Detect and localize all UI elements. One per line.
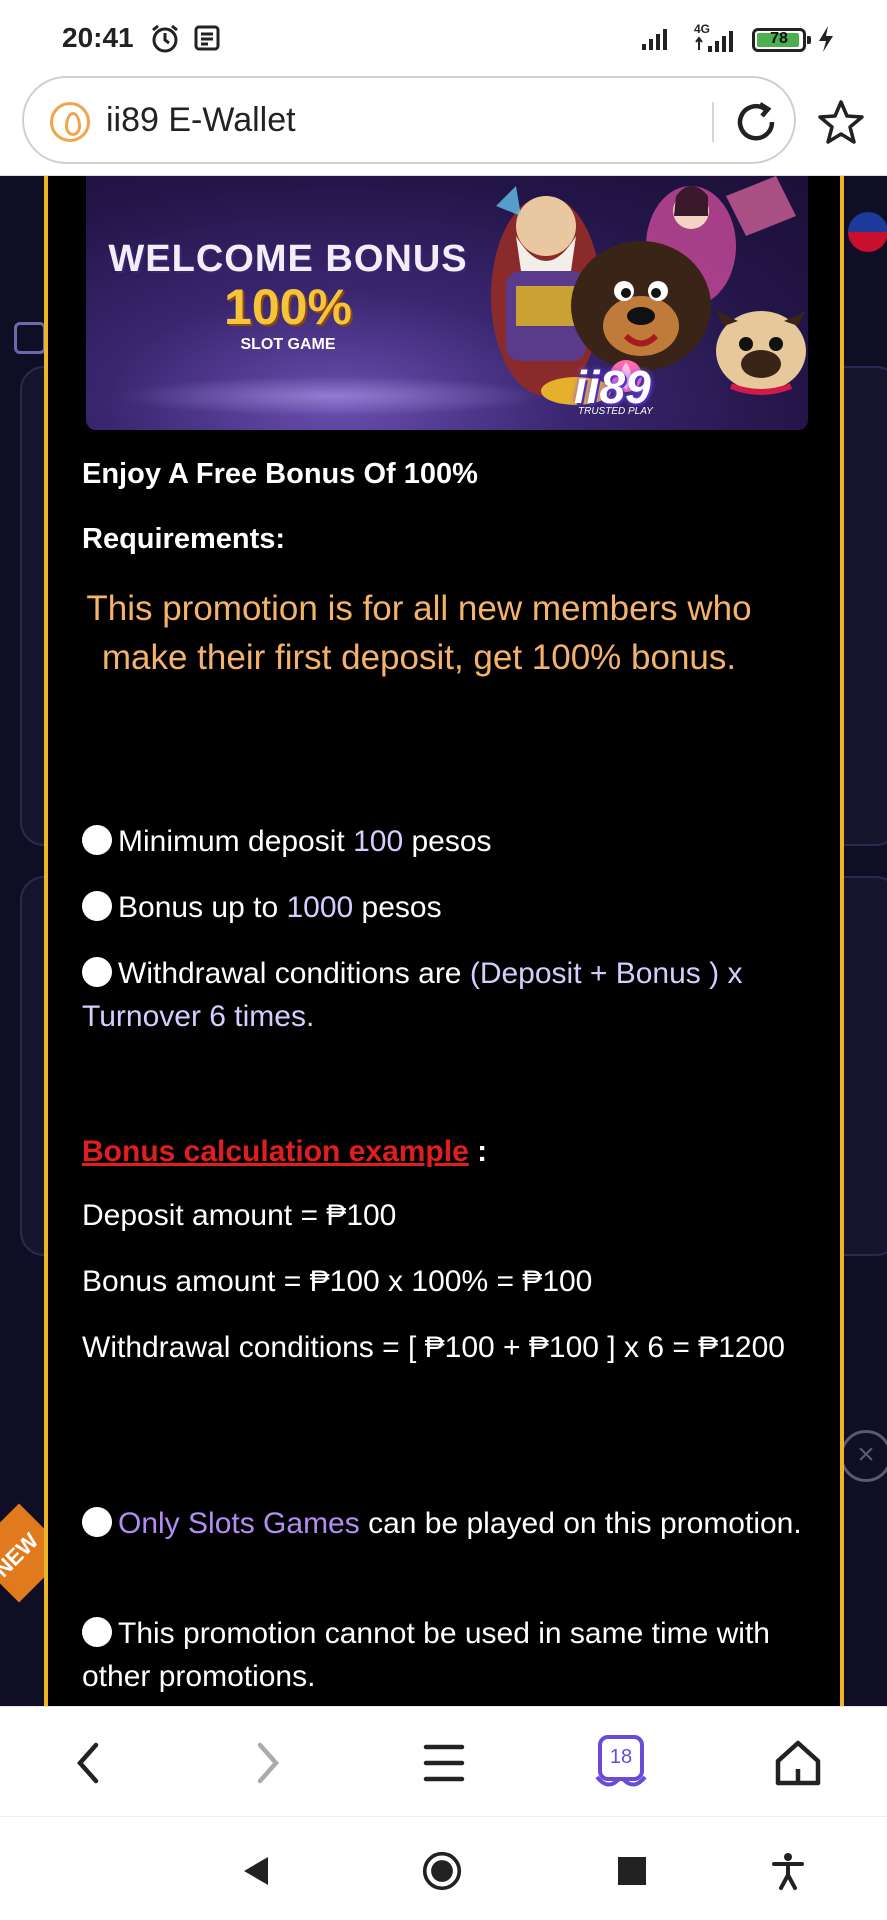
background-menu-icon — [14, 322, 46, 354]
list-item: This promotion cannot be used in same ti… — [82, 1617, 770, 1693]
accessibility-icon[interactable] — [768, 1851, 808, 1891]
signal-icon-2 — [695, 31, 733, 52]
charging-icon — [819, 26, 833, 52]
bullet-icon — [82, 891, 112, 921]
logo-tagline: TRUSTED PLAY — [578, 406, 653, 417]
calc-line-bonus: Bonus amount = ₱100 x 100% = ₱100 — [82, 1265, 593, 1298]
promotion-modal: WELCOME BONUS 100% SLOT GAME ii89 TRUSTE… — [44, 176, 844, 1706]
promo-description: This promotion is for all new members wh… — [86, 589, 752, 677]
alarm-icon — [152, 24, 178, 53]
banner-subtitle: SLOT GAME — [240, 336, 336, 353]
browser-toolbar: 18 — [0, 1706, 887, 1816]
list-item: Withdrawal conditions are (Deposit + Bon… — [82, 957, 743, 1033]
site-icon — [50, 102, 90, 142]
flag-icon — [848, 212, 887, 252]
home-icon[interactable] — [770, 1735, 826, 1791]
calc-line-deposit: Deposit amount = ₱100 — [82, 1199, 397, 1232]
bookmark-star-icon[interactable] — [816, 98, 866, 148]
banner-title: WELCOME BONUS — [108, 238, 468, 280]
bullet-icon — [82, 825, 112, 855]
back-icon[interactable] — [62, 1735, 118, 1791]
status-time: 20:41 — [62, 22, 134, 53]
slots-games-highlight: Only Slots Games — [118, 1507, 360, 1540]
list-item: Bonus up to 1000 pesos — [82, 886, 442, 929]
bullet-icon — [82, 957, 112, 987]
bullet-icon — [82, 1617, 112, 1647]
forward-icon[interactable] — [238, 1735, 294, 1791]
signal-icon — [642, 29, 667, 50]
battery-icon: 78 — [752, 28, 811, 52]
address-bar[interactable]: ii89 E-Wallet — [22, 76, 796, 164]
welcome-bonus-banner: WELCOME BONUS 100% SLOT GAME ii89 TRUSTE… — [86, 176, 808, 430]
calc-line-withdrawal: Withdrawal conditions = [ ₱100 + ₱100 ] … — [82, 1331, 785, 1364]
system-navigation-bar — [0, 1816, 887, 1920]
list-item: Only Slots Games can be played on this p… — [82, 1502, 802, 1545]
requirements-label: Requirements: — [82, 523, 286, 555]
max-bonus-value: 1000 — [286, 891, 354, 924]
reload-icon[interactable] — [732, 98, 780, 146]
bonus-calculation-link[interactable]: Bonus calculation example — [82, 1135, 469, 1168]
min-deposit-value: 100 — [353, 825, 404, 858]
menu-icon[interactable] — [416, 1735, 472, 1791]
incognito-mask-icon — [595, 1775, 647, 1787]
nav-recents-icon[interactable] — [612, 1851, 652, 1891]
nav-home-icon[interactable] — [422, 1851, 462, 1891]
status-bar: 20:41 4G 78 — [0, 0, 887, 76]
list-item: Minimum deposit 100 pesos — [82, 820, 492, 863]
background-close-icon[interactable]: × — [840, 1430, 887, 1482]
notification-icon — [194, 25, 220, 51]
banner-percent: 100% — [224, 279, 352, 335]
battery-level: 78 — [770, 30, 788, 47]
url-title[interactable]: ii89 E-Wallet — [106, 101, 296, 140]
bullet-icon — [82, 1507, 112, 1537]
browser-address-area: ii89 E-Wallet — [0, 76, 887, 176]
nav-back-icon[interactable] — [236, 1851, 276, 1891]
tab-count: 18 — [609, 1746, 633, 1768]
calculation-title: Bonus calculation example : — [82, 1135, 488, 1168]
divider — [712, 102, 714, 142]
promo-heading: Enjoy A Free Bonus Of 100% — [82, 458, 478, 490]
